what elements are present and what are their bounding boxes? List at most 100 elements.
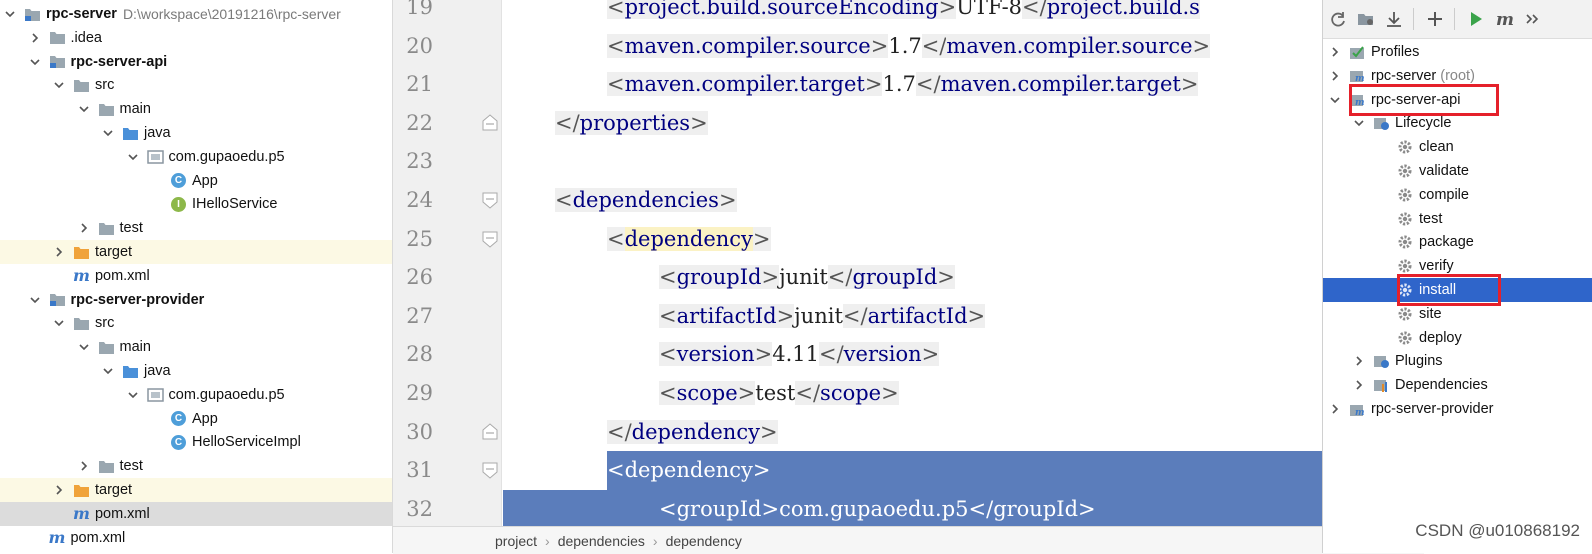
code-line[interactable]: <scope>test</scope> (503, 374, 1322, 412)
generate-sources-icon[interactable] (1353, 6, 1379, 32)
chevron-down-icon[interactable] (127, 389, 139, 401)
run-icon[interactable] (1463, 6, 1489, 32)
maven-item-test[interactable]: test (1323, 207, 1592, 231)
code-line[interactable]: <project.build.sourceEncoding>UTF-8</pro… (503, 0, 1322, 26)
fold-end-icon[interactable] (480, 113, 500, 133)
tree-item[interactable]: m pom.xml (0, 501, 392, 526)
tree-item[interactable]: com.gupaoedu.p5 (0, 145, 392, 169)
breadcrumb-item[interactable]: project (495, 533, 537, 549)
tree-item[interactable]: rpc-server-provider (0, 288, 392, 312)
line-number: 25 (406, 226, 433, 251)
code-line[interactable]: <dependencies> (503, 181, 1322, 219)
tree-item[interactable]: test (0, 216, 392, 240)
code-token: groupId (676, 496, 762, 521)
tree-item[interactable]: java (0, 121, 392, 145)
maven-item-dependencies[interactable]: Dependencies (1323, 373, 1592, 397)
code-token: </ (607, 419, 632, 444)
chevron-right-icon[interactable] (1329, 46, 1341, 58)
chevron-down-icon[interactable] (1329, 94, 1341, 106)
maven-item-plugins[interactable]: Plugins (1323, 349, 1592, 373)
code-line[interactable]: <artifactId>junit</artifactId> (503, 297, 1322, 335)
maven-goal-icon[interactable]: m (1491, 6, 1517, 32)
fold-start-icon[interactable] (480, 229, 500, 249)
code-line[interactable]: </properties> (503, 104, 1322, 142)
line-number: 26 (406, 265, 433, 290)
maven-item-site[interactable]: site (1323, 302, 1592, 326)
chevron-down-icon[interactable] (53, 79, 65, 91)
tree-item[interactable]: rpc-server-api (0, 50, 392, 74)
tree-item[interactable]: target (0, 240, 392, 264)
tree-item[interactable]: m pom.xml (0, 526, 392, 550)
maven-item-validate[interactable]: validate (1323, 159, 1592, 183)
maven-item-rpc-server-provider[interactable]: m rpc-server-provider (1323, 397, 1592, 421)
fold-start-icon[interactable] (480, 190, 500, 210)
module-folder-icon (49, 292, 66, 307)
tree-item[interactable]: m pom.xml (0, 264, 392, 288)
maven-item-compile[interactable]: compile (1323, 183, 1592, 207)
breadcrumb-item[interactable]: dependencies (558, 533, 645, 549)
tree-item[interactable]: rpc-server D:\workspace\20191216\rpc-serv… (0, 2, 392, 26)
code-line[interactable]: <version>4.11</version> (503, 335, 1322, 373)
chevron-down-icon[interactable] (29, 56, 41, 68)
fold-start-icon[interactable] (480, 460, 500, 480)
tree-item[interactable]: C App (0, 169, 392, 193)
tree-item[interactable]: target (0, 478, 392, 502)
chevron-right-icon[interactable] (29, 32, 41, 44)
chevron-down-icon[interactable] (78, 341, 90, 353)
code-token: project.build.s (1046, 0, 1200, 19)
tree-item[interactable]: I IHelloService (0, 192, 392, 216)
tree-item[interactable]: test (0, 454, 392, 478)
chevron-down-icon[interactable] (29, 294, 41, 306)
chevron-right-icon[interactable] (78, 222, 90, 234)
add-icon[interactable] (1422, 6, 1448, 32)
breadcrumb-item[interactable]: dependency (666, 533, 742, 549)
code-token: groupId (676, 265, 762, 290)
more-icon[interactable] (1519, 6, 1545, 32)
chevron-down-icon[interactable] (1353, 117, 1365, 129)
code-line[interactable]: <dependency> (503, 451, 1322, 489)
chevron-right-icon[interactable] (53, 484, 65, 496)
download-icon[interactable] (1381, 6, 1407, 32)
tree-item-label: src (95, 315, 115, 332)
maven-item-clean[interactable]: clean (1323, 135, 1592, 159)
code-line[interactable]: <maven.compiler.target>1.7</maven.compil… (503, 65, 1322, 103)
tree-item-label: App (192, 172, 218, 189)
code-line[interactable]: </dependency> (503, 413, 1322, 451)
maven-item-deploy[interactable]: deploy (1323, 326, 1592, 350)
maven-item-label: package (1419, 234, 1474, 251)
chevron-down-icon[interactable] (127, 151, 139, 163)
code-token: < (659, 342, 677, 367)
tree-item[interactable]: com.gupaoedu.p5 (0, 383, 392, 407)
maven-item-lifecycle[interactable]: Lifecycle (1323, 111, 1592, 135)
reload-icon[interactable] (1325, 6, 1351, 32)
chevron-right-icon[interactable] (1329, 70, 1341, 82)
chevron-down-icon[interactable] (102, 365, 114, 377)
code-editor[interactable]: 19 20 21 22 23 24 25 26 27 28 29 30 31 32 <project.bu… (393, 0, 1322, 526)
chevron-right-icon[interactable] (1353, 379, 1365, 391)
chevron-down-icon[interactable] (102, 127, 114, 139)
code-line[interactable]: <groupId>com.gupaoedu.p5</groupId> (503, 490, 1322, 526)
tree-item[interactable]: src (0, 311, 392, 335)
code-line[interactable]: <groupId>junit</groupId> (503, 258, 1322, 296)
chevron-down-icon[interactable] (78, 103, 90, 115)
code-line[interactable]: <dependency> (503, 220, 1322, 258)
maven-item-package[interactable]: package (1323, 230, 1592, 254)
tree-item[interactable]: main (0, 97, 392, 121)
code-line[interactable] (503, 142, 1322, 180)
tree-item[interactable]: C HelloServiceImpl (0, 430, 392, 454)
tree-item[interactable]: main (0, 335, 392, 359)
tree-item[interactable]: .idea (0, 26, 392, 50)
chevron-down-icon[interactable] (53, 317, 65, 329)
tree-item[interactable]: java (0, 359, 392, 383)
chevron-right-icon[interactable] (78, 460, 90, 472)
chevron-down-icon[interactable] (4, 8, 16, 20)
tree-item[interactable]: C App (0, 407, 392, 431)
code-token: maven.compiler.source (946, 33, 1193, 58)
fold-end-icon[interactable] (480, 422, 500, 442)
chevron-right-icon[interactable] (1353, 355, 1365, 367)
tree-item[interactable]: src (0, 73, 392, 97)
maven-item-profiles[interactable]: Profiles (1323, 40, 1592, 64)
chevron-right-icon[interactable] (1329, 403, 1341, 415)
code-line[interactable]: <maven.compiler.source>1.7</maven.compil… (503, 27, 1322, 65)
chevron-right-icon[interactable] (53, 246, 65, 258)
